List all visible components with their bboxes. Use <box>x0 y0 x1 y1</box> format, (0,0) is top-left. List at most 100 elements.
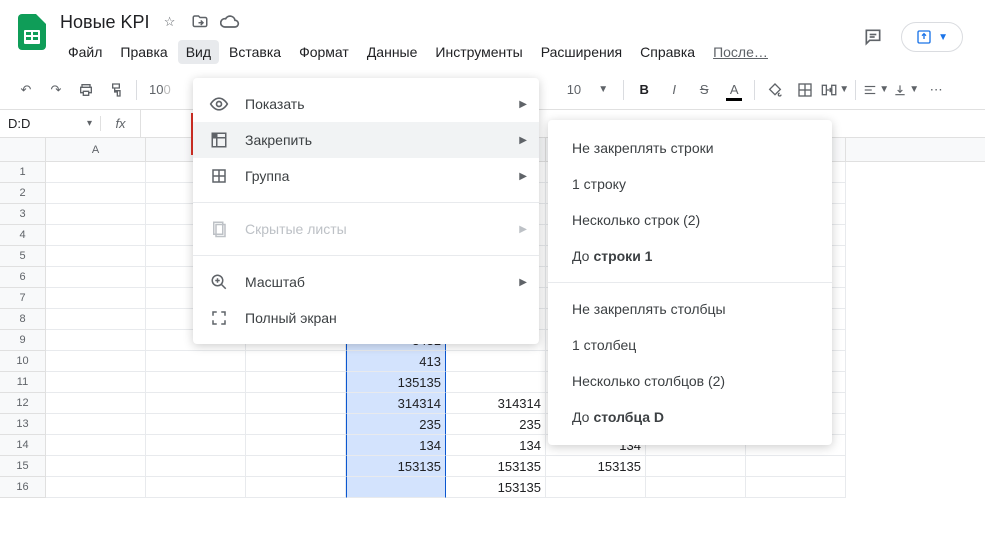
row-head[interactable]: 13 <box>0 414 46 435</box>
menu-last-edit[interactable]: После… <box>705 40 776 64</box>
menu-data[interactable]: Данные <box>359 40 426 64</box>
row-head[interactable]: 4 <box>0 225 46 246</box>
more-toolbar-button[interactable]: ⋯ <box>922 76 950 104</box>
row-head[interactable]: 12 <box>0 393 46 414</box>
cell[interactable] <box>646 456 746 477</box>
cell[interactable] <box>146 414 246 435</box>
cell[interactable] <box>546 477 646 498</box>
cell[interactable] <box>146 351 246 372</box>
fill-color-button[interactable] <box>761 76 789 104</box>
cell[interactable] <box>46 288 146 309</box>
cell[interactable] <box>146 477 246 498</box>
cell[interactable] <box>246 435 346 456</box>
cell[interactable] <box>146 372 246 393</box>
cell[interactable]: 153135 <box>346 456 446 477</box>
italic-button[interactable]: I <box>660 76 688 104</box>
cell[interactable] <box>46 393 146 414</box>
cell[interactable] <box>46 330 146 351</box>
cell[interactable]: 314314 <box>446 393 546 414</box>
cell[interactable]: 134 <box>446 435 546 456</box>
view-group[interactable]: Группа ▶ <box>193 158 539 194</box>
menu-file[interactable]: Файл <box>60 40 110 64</box>
cell[interactable]: 153135 <box>446 456 546 477</box>
freeze-one-row[interactable]: 1 строку <box>548 166 832 202</box>
view-fullscreen[interactable]: Полный экран <box>193 300 539 336</box>
share-button[interactable]: ▼ <box>901 22 963 52</box>
cell[interactable]: 235 <box>446 414 546 435</box>
menu-tools[interactable]: Инструменты <box>427 40 530 64</box>
row-head[interactable]: 9 <box>0 330 46 351</box>
menu-insert[interactable]: Вставка <box>221 40 289 64</box>
menu-view[interactable]: Вид <box>178 40 219 64</box>
cell[interactable] <box>346 477 446 498</box>
merge-button[interactable]: ▼ <box>821 76 849 104</box>
cell[interactable] <box>46 477 146 498</box>
view-freeze[interactable]: Закрепить ▶ <box>193 122 539 158</box>
cloud-icon[interactable] <box>220 12 240 32</box>
cell[interactable] <box>746 456 846 477</box>
cell[interactable] <box>646 477 746 498</box>
cell[interactable] <box>46 414 146 435</box>
row-head[interactable]: 11 <box>0 372 46 393</box>
cell[interactable]: 153135 <box>546 456 646 477</box>
cell[interactable] <box>46 372 146 393</box>
cell[interactable] <box>146 456 246 477</box>
borders-button[interactable] <box>791 76 819 104</box>
row-head[interactable]: 15 <box>0 456 46 477</box>
cell[interactable] <box>446 351 546 372</box>
row-head[interactable]: 6 <box>0 267 46 288</box>
star-icon[interactable]: ☆ <box>160 12 180 32</box>
move-icon[interactable] <box>190 12 210 32</box>
doc-title[interactable]: Новые KPI <box>60 12 150 33</box>
cell[interactable] <box>46 456 146 477</box>
redo-button[interactable]: ↷ <box>42 76 70 104</box>
cell[interactable]: 135135 <box>346 372 446 393</box>
comments-icon[interactable] <box>863 27 883 47</box>
row-head[interactable]: 10 <box>0 351 46 372</box>
cell[interactable] <box>146 393 246 414</box>
menu-help[interactable]: Справка <box>632 40 703 64</box>
bold-button[interactable]: B <box>630 76 658 104</box>
cell[interactable] <box>46 246 146 267</box>
view-zoom[interactable]: Масштаб ▶ <box>193 264 539 300</box>
cell[interactable] <box>246 456 346 477</box>
cell[interactable] <box>146 435 246 456</box>
cell[interactable] <box>46 183 146 204</box>
font-size[interactable]: 10 <box>561 82 587 97</box>
row-head[interactable]: 14 <box>0 435 46 456</box>
row-head[interactable]: 16 <box>0 477 46 498</box>
col-head-a[interactable]: A <box>46 138 146 161</box>
row-head[interactable]: 5 <box>0 246 46 267</box>
cell[interactable] <box>46 204 146 225</box>
cell[interactable] <box>46 162 146 183</box>
font-size-dropdown[interactable]: ▼ <box>589 76 617 104</box>
cell[interactable] <box>46 225 146 246</box>
row-head[interactable]: 7 <box>0 288 46 309</box>
cell[interactable] <box>246 372 346 393</box>
undo-button[interactable]: ↶ <box>12 76 40 104</box>
cell[interactable]: 235 <box>346 414 446 435</box>
sheets-logo[interactable] <box>12 12 52 52</box>
row-head[interactable]: 2 <box>0 183 46 204</box>
freeze-one-col[interactable]: 1 столбец <box>548 327 832 363</box>
paint-format-button[interactable] <box>102 76 130 104</box>
cell[interactable] <box>46 309 146 330</box>
view-show[interactable]: Показать ▶ <box>193 86 539 122</box>
cell[interactable]: 153135 <box>446 477 546 498</box>
freeze-upto-col[interactable]: Достолбца D <box>548 399 832 435</box>
text-color-button[interactable]: A <box>720 76 748 104</box>
cell[interactable]: 314314 <box>346 393 446 414</box>
cell[interactable] <box>246 477 346 498</box>
cell[interactable] <box>46 267 146 288</box>
freeze-multi-rows[interactable]: Несколько строк (2) <box>548 202 832 238</box>
row-head[interactable]: 3 <box>0 204 46 225</box>
strike-button[interactable]: S <box>690 76 718 104</box>
freeze-upto-row[interactable]: Достроки 1 <box>548 238 832 274</box>
cell[interactable] <box>246 351 346 372</box>
halign-button[interactable]: ▼ <box>862 76 890 104</box>
cell[interactable] <box>746 477 846 498</box>
cell[interactable] <box>46 435 146 456</box>
cell[interactable]: 134 <box>346 435 446 456</box>
menu-format[interactable]: Формат <box>291 40 357 64</box>
select-all-corner[interactable] <box>0 138 46 161</box>
